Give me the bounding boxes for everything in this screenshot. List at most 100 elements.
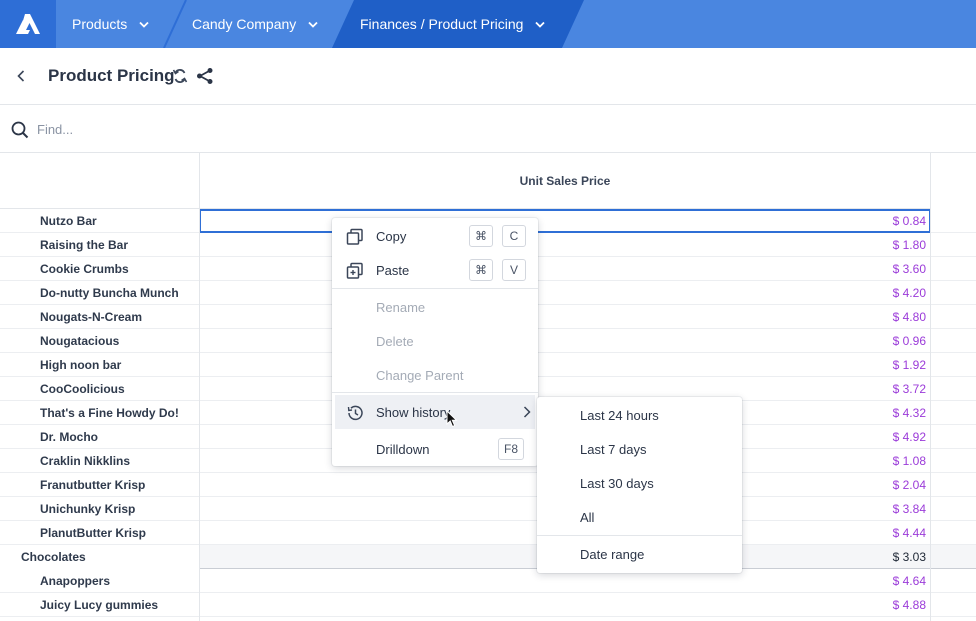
chevron-down-icon (535, 21, 546, 28)
price-cell[interactable]: $ 1.08 (893, 449, 926, 473)
mouse-cursor-icon (446, 409, 458, 433)
chevron-down-icon (139, 21, 149, 28)
submenu-item-last-24-hours[interactable]: Last 24 hours (537, 398, 742, 432)
price-cell[interactable]: $ 4.32 (893, 401, 926, 425)
row-label: Craklin Nikklins (40, 454, 131, 468)
menu-item-show-history[interactable]: Show history (335, 395, 535, 429)
table-row[interactable]: PlanutButter Krisp $ 4.44 (0, 521, 976, 545)
top-nav-bar: Products Candy Company Finances / Produc… (0, 0, 976, 48)
submenu-item-last-7-days[interactable]: Last 7 days (537, 432, 742, 466)
row-label: Nougatacious (40, 334, 120, 348)
menu-item-label: Copy (376, 228, 407, 244)
submenu-item-all[interactable]: All (537, 500, 742, 534)
menu-divider (537, 535, 742, 536)
column-header-unit-sales-price[interactable]: Unit Sales Price (200, 153, 930, 209)
submenu-item-label: Date range (580, 546, 645, 562)
table-row-parent[interactable]: Chocolates $ 3.03 (0, 545, 976, 569)
menu-divider (332, 392, 538, 393)
selected-cell[interactable] (199, 209, 931, 233)
menu-item-label: Rename (376, 299, 426, 315)
menu-divider (332, 288, 538, 289)
price-cell[interactable]: $ 3.84 (893, 497, 926, 521)
price-cell[interactable]: $ 3.03 (893, 545, 926, 569)
price-cell[interactable]: $ 4.80 (893, 305, 926, 329)
row-label: Cookie Crumbs (40, 262, 129, 276)
price-cell[interactable]: $ 4.92 (893, 425, 926, 449)
submenu-item-date-range[interactable]: Date range (537, 537, 742, 571)
refresh-icon[interactable] (172, 67, 188, 90)
row-label: Anapoppers (40, 574, 111, 588)
menu-item-label: Change Parent (376, 367, 464, 383)
back-button[interactable] (12, 66, 30, 86)
row-label: Nutzo Bar (40, 214, 97, 228)
breadcrumb-product-pricing[interactable]: Finances / Product Pricing (360, 0, 546, 48)
app-logo[interactable] (0, 0, 56, 48)
page-header: Product Pricing (0, 48, 976, 105)
paste-icon (346, 262, 364, 280)
menu-item-drilldown[interactable]: Drilldown F8 (332, 432, 538, 466)
breadcrumb-candy-company[interactable]: Candy Company (192, 0, 318, 48)
search-input[interactable] (37, 119, 337, 139)
column-divider (930, 153, 931, 621)
page-title: Product Pricing (48, 66, 175, 85)
row-header-corner (0, 153, 199, 209)
price-cell[interactable]: $ 4.64 (893, 569, 926, 593)
app-logo-icon (16, 14, 40, 34)
price-cell[interactable]: $ 4.44 (893, 521, 926, 545)
menu-item-label: Delete (376, 333, 414, 349)
price-cell[interactable]: $ 2.04 (893, 473, 926, 497)
breadcrumb-products[interactable]: Products (72, 0, 149, 48)
price-cell[interactable]: $ 4.88 (893, 593, 926, 617)
shortcut-key: ⌘ (469, 259, 493, 281)
row-label: Chocolates (21, 550, 86, 564)
history-icon (346, 404, 364, 422)
menu-item-delete[interactable]: Delete (332, 324, 538, 358)
shortcut-key: F8 (498, 438, 524, 460)
row-label: PlanutButter Krisp (40, 526, 147, 540)
copy-icon (346, 228, 364, 246)
table-row[interactable]: Franutbutter Krisp $ 2.04 (0, 473, 976, 497)
submenu-item-label: All (580, 509, 595, 525)
column-divider (199, 153, 200, 621)
chevron-left-icon (17, 70, 25, 82)
row-label: Franutbutter Krisp (40, 478, 146, 492)
chevron-right-icon (523, 405, 531, 423)
breadcrumb-label: Finances / Product Pricing (360, 16, 524, 32)
share-icon[interactable] (196, 67, 214, 90)
chevron-down-icon (308, 21, 318, 28)
shortcut-key: V (502, 259, 526, 281)
row-label: Nougats-N-Cream (40, 310, 143, 324)
shortcut-key: ⌘ (469, 225, 493, 247)
price-cell[interactable]: $ 3.60 (893, 257, 926, 281)
menu-item-paste[interactable]: Paste ⌘ V (332, 253, 538, 287)
table-row[interactable]: Anapoppers $ 4.64 (0, 569, 976, 593)
breadcrumb-separator (163, 0, 187, 48)
shortcut-key: C (502, 225, 526, 247)
price-cell[interactable]: $ 0.96 (893, 329, 926, 353)
submenu-item-label: Last 30 days (580, 475, 654, 491)
row-label: Juicy Lucy gummies (40, 598, 159, 612)
price-cell[interactable]: $ 1.80 (893, 233, 926, 257)
submenu-item-label: Last 24 hours (580, 407, 659, 423)
row-label: Raising the Bar (40, 238, 129, 252)
search-icon (11, 121, 29, 144)
menu-item-label: Paste (376, 262, 410, 278)
menu-item-label: Drilldown (376, 441, 430, 457)
price-cell[interactable]: $ 1.92 (893, 353, 926, 377)
menu-item-change-parent[interactable]: Change Parent (332, 358, 538, 392)
table-row[interactable]: Juicy Lucy gummies $ 4.88 (0, 593, 976, 617)
menu-item-rename[interactable]: Rename (332, 290, 538, 324)
breadcrumb-label: Candy Company (192, 16, 297, 32)
submenu-item-label: Last 7 days (580, 441, 647, 457)
price-cell[interactable]: $ 3.72 (893, 377, 926, 401)
submenu-item-last-30-days[interactable]: Last 30 days (537, 466, 742, 500)
breadcrumb-label: Products (72, 16, 128, 32)
price-cell[interactable]: $ 0.84 (893, 209, 926, 233)
menu-item-copy[interactable]: Copy ⌘ C (332, 219, 538, 253)
price-cell[interactable]: $ 4.20 (893, 281, 926, 305)
menu-item-label: Show history (376, 404, 451, 420)
context-menu: Copy ⌘ C Paste ⌘ V Rename Delete Change … (332, 218, 538, 466)
table-row[interactable]: Unichunky Krisp $ 3.84 (0, 497, 976, 521)
row-label: Unichunky Krisp (40, 502, 136, 516)
find-bar (0, 105, 976, 153)
